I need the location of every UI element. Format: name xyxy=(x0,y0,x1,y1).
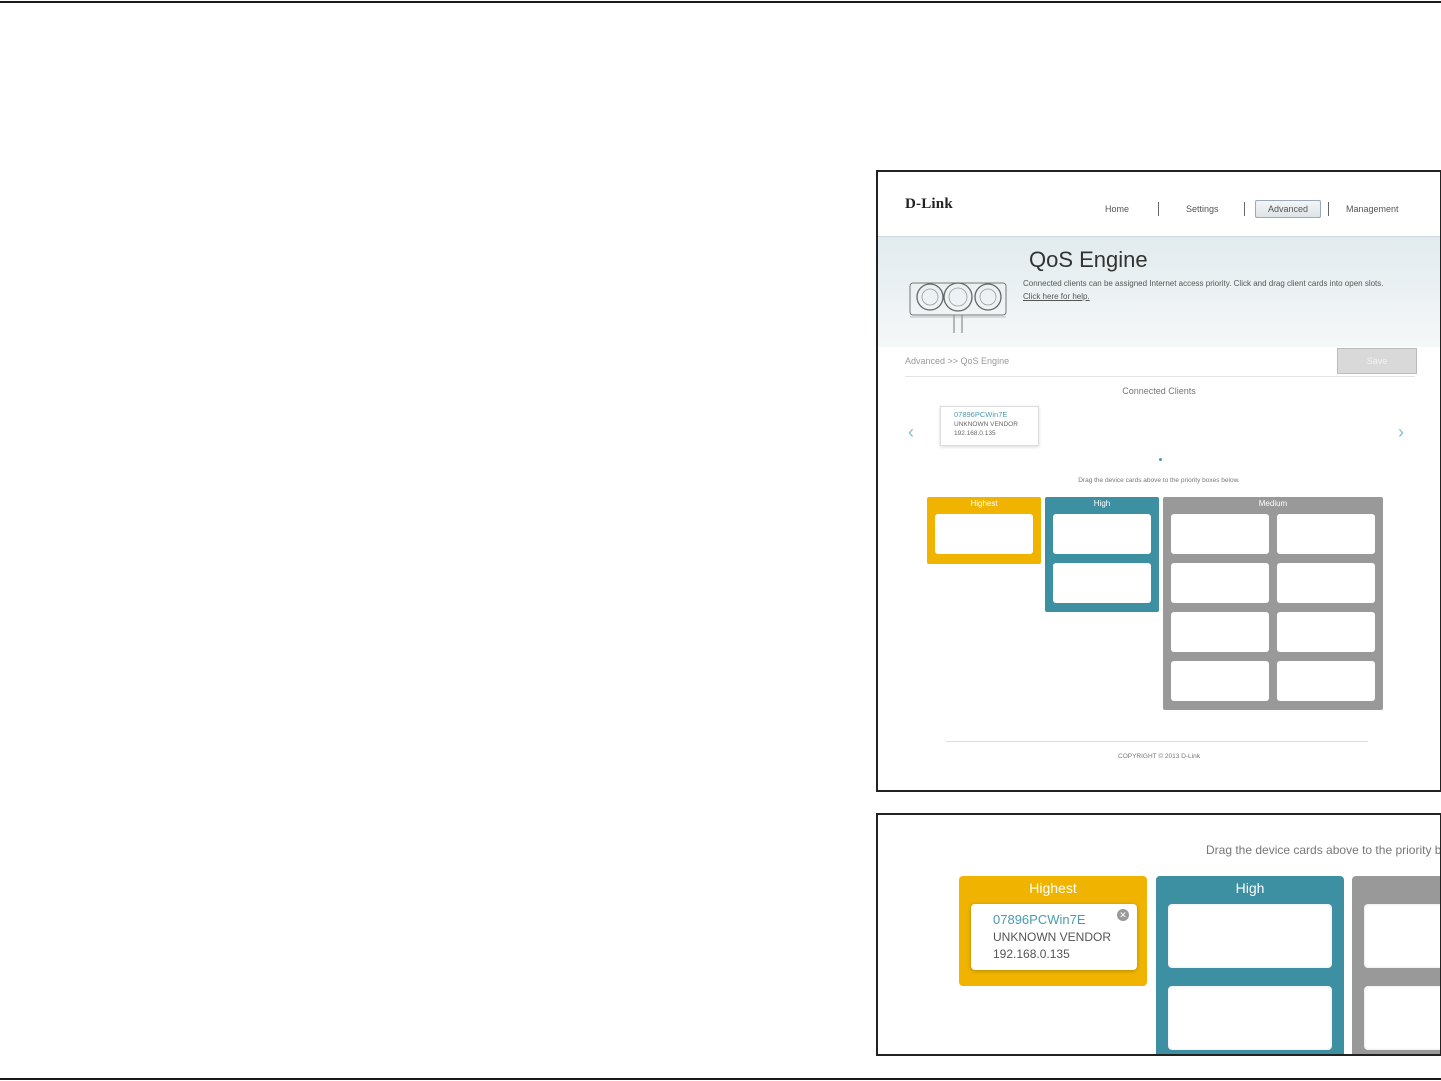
priority-box-highest: Highest xyxy=(927,497,1041,564)
priority-box-medium: Medium xyxy=(1163,497,1383,710)
client-card[interactable]: 07896PCWin7E UNKNOWN VENDOR 192.168.0.13… xyxy=(971,904,1137,970)
qos-engine-screenshot: D-Link Home Settings Advanced Management… xyxy=(876,170,1441,792)
priority-box-highest: Highest 07896PCWin7E UNKNOWN VENDOR 192.… xyxy=(959,876,1147,986)
copyright: COPYRIGHT © 2013 D-Link xyxy=(1118,753,1200,760)
page-title: QoS Engine xyxy=(1029,247,1148,272)
priority-slot[interactable] xyxy=(1053,514,1151,554)
priority-box-title: High xyxy=(1093,499,1111,508)
bottom-rule xyxy=(0,1078,1441,1080)
priority-box-title: Medium xyxy=(1258,499,1288,508)
nav-management[interactable]: Management xyxy=(1346,204,1399,214)
priority-slot[interactable] xyxy=(1277,563,1375,603)
chevron-left-icon[interactable]: ‹ xyxy=(908,422,914,443)
priority-slot[interactable] xyxy=(1277,661,1375,701)
client-name: 07896PCWin7E xyxy=(993,912,1086,927)
priority-box-title: High xyxy=(1235,880,1265,896)
client-name: 07896PCWin7E xyxy=(954,410,1008,419)
nav-separator xyxy=(1244,202,1245,216)
client-vendor: UNKNOWN VENDOR xyxy=(993,930,1112,944)
priority-slot[interactable] xyxy=(1364,986,1440,1050)
client-ip: 192.168.0.135 xyxy=(993,947,1070,961)
nav-home[interactable]: Home xyxy=(1105,204,1129,214)
priority-slot[interactable] xyxy=(1364,904,1440,968)
page-banner: QoS Engine Connected clients can be assi… xyxy=(878,236,1440,347)
priority-box-title: Highest xyxy=(1029,880,1077,896)
zoomed-priority-screenshot: Drag the device cards above to the prior… xyxy=(876,813,1441,1056)
priority-slot[interactable] xyxy=(1277,612,1375,652)
nav-separator xyxy=(1328,202,1329,216)
footer-divider xyxy=(946,741,1368,742)
priority-box-high: High xyxy=(1156,876,1344,1054)
nav-settings[interactable]: Settings xyxy=(1186,204,1219,214)
page-description: Connected clients can be assigned Intern… xyxy=(1023,279,1384,288)
priority-slot[interactable] xyxy=(1171,563,1269,603)
nav-advanced[interactable]: Advanced xyxy=(1255,200,1322,218)
nav-separator xyxy=(1158,202,1159,216)
priority-slot[interactable] xyxy=(1171,661,1269,701)
close-circle-icon[interactable]: ✕ xyxy=(1117,909,1129,921)
priority-slot[interactable] xyxy=(1171,612,1269,652)
priority-slot[interactable] xyxy=(1277,514,1375,554)
save-button[interactable]: Save xyxy=(1337,348,1417,374)
connected-clients-label: Connected Clients xyxy=(1122,386,1196,396)
carousel-page-dot[interactable] xyxy=(1159,458,1162,461)
drag-hint: Drag the device cards above to the prior… xyxy=(1206,843,1441,857)
drag-hint: Drag the device cards above to the prior… xyxy=(1078,477,1240,484)
client-card[interactable]: 07896PCWin7E UNKNOWN VENDOR 192.168.0.13… xyxy=(940,406,1039,446)
priority-slot[interactable] xyxy=(1168,986,1332,1050)
priority-slot[interactable] xyxy=(1168,904,1332,968)
client-ip: 192.168.0.135 xyxy=(954,430,996,437)
priority-box-high: High xyxy=(1045,497,1159,612)
priority-slot[interactable] xyxy=(935,514,1033,554)
client-vendor: UNKNOWN VENDOR xyxy=(954,421,1018,428)
qos-gauges-icon xyxy=(909,282,1007,333)
priority-box-medium xyxy=(1352,876,1440,1054)
priority-slot[interactable] xyxy=(1171,514,1269,554)
priority-slot[interactable] xyxy=(1053,563,1151,603)
priority-box-title: Highest xyxy=(970,499,998,508)
chevron-right-icon[interactable]: › xyxy=(1398,422,1404,443)
top-nav: Home Settings Advanced Management xyxy=(878,200,1440,220)
top-rule xyxy=(0,1,1441,3)
breadcrumb: Advanced >> QoS Engine xyxy=(905,356,1010,366)
help-link[interactable]: Click here for help. xyxy=(1023,292,1090,301)
breadcrumb-bar: Advanced >> QoS Engine Save xyxy=(905,346,1417,377)
